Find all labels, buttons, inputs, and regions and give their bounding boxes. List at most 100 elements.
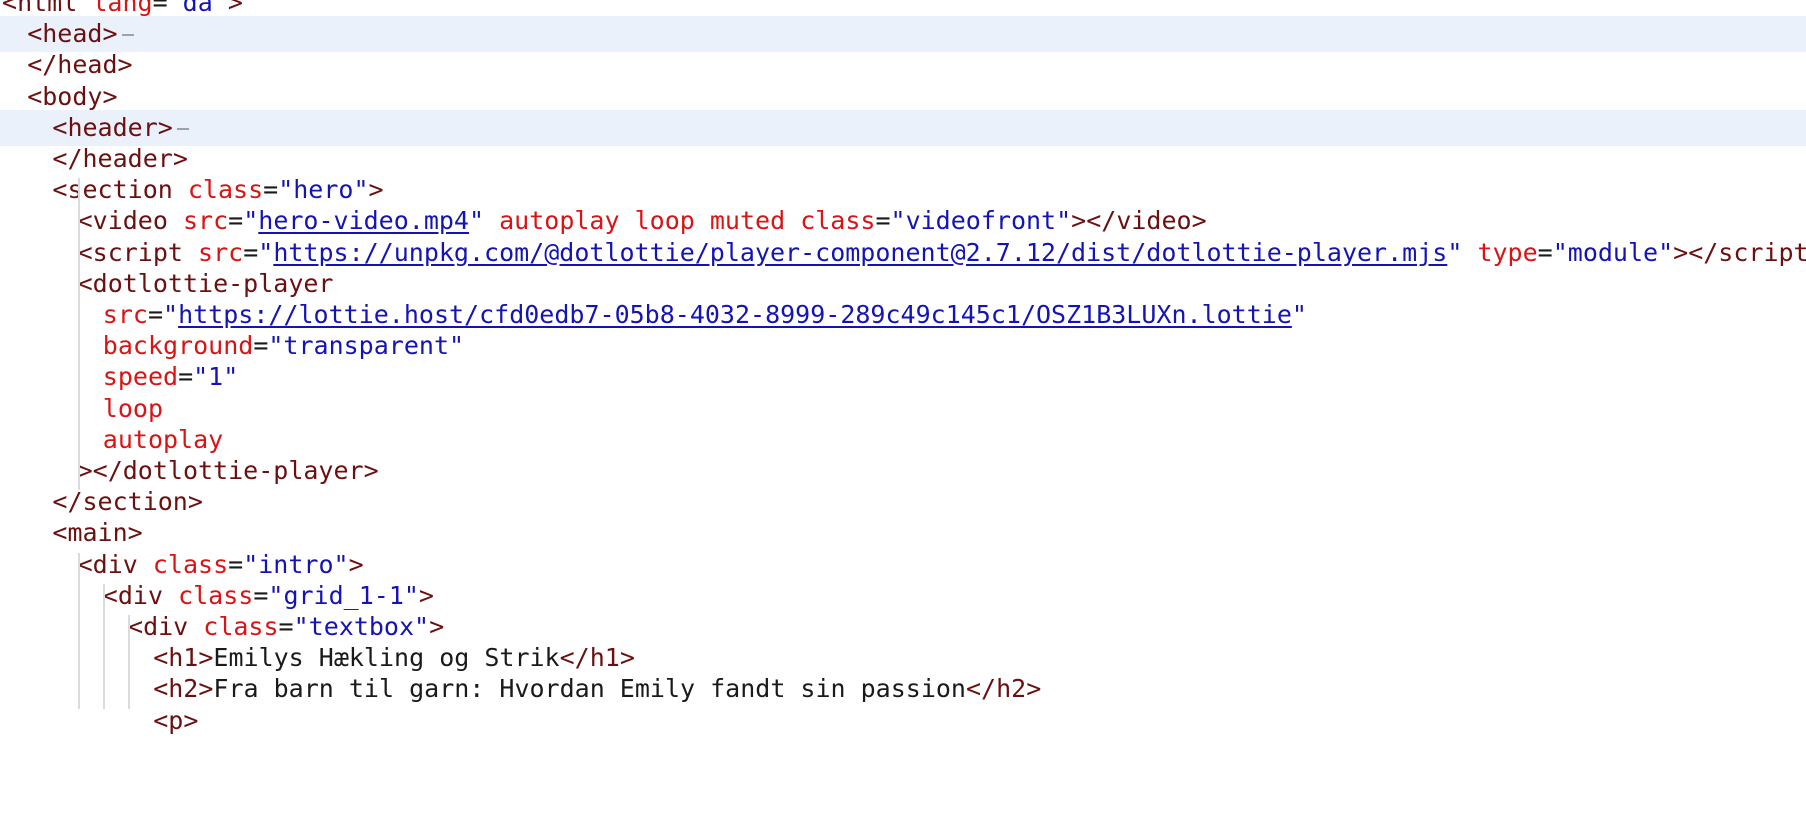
code-token: > (1026, 674, 1042, 704)
code-token: muted (709, 206, 786, 236)
code-token: > (172, 144, 188, 173)
code-token: < (27, 81, 43, 111)
code-token: = (875, 206, 891, 236)
code-token: < (153, 705, 169, 735)
code-token: html (17, 0, 78, 17)
code-token: < (52, 518, 68, 548)
indent-guide (128, 615, 130, 709)
code-token: script (92, 237, 183, 267)
code-token: </ (52, 487, 83, 517)
code-token: = (253, 331, 269, 361)
code-token: class (203, 612, 279, 641)
code-token: > (429, 612, 445, 641)
code-token: "intro" (243, 549, 349, 579)
code-token: src (182, 206, 229, 236)
code-token: dotlottie-player (92, 268, 334, 298)
code-token: "videofront" (890, 206, 1072, 236)
code-token: > (102, 81, 118, 111)
code-token: = (178, 362, 194, 392)
code-token: loop (102, 393, 164, 423)
code-token: = (263, 175, 279, 205)
code-token: div (143, 612, 189, 641)
code-token: < (153, 643, 169, 673)
code-token: section (82, 487, 188, 517)
code-token: div (92, 549, 138, 579)
code-token: speed (102, 362, 179, 392)
code-token: head (42, 19, 103, 49)
code-token: lang (92, 0, 153, 17)
fold-collapsed-icon[interactable] (176, 127, 189, 130)
code-token: "grid_1-1" (268, 580, 419, 610)
code-token: h2 (168, 674, 199, 704)
code-token: "1" (193, 362, 239, 392)
code-line-content: <p> (153, 703, 198, 739)
code-token: ></ (77, 456, 123, 485)
code-token: = (228, 206, 244, 236)
code-token: = (228, 549, 244, 579)
code-token: = (152, 0, 168, 17)
code-token: > (348, 549, 364, 579)
code-token: type (1477, 237, 1538, 267)
code-token: dotlottie-player (122, 456, 364, 485)
code-token: class (178, 580, 254, 610)
code-token: "transparent" (268, 331, 465, 361)
code-token: < (128, 612, 144, 641)
code-token: div (117, 580, 164, 610)
code-token: "module" (1552, 237, 1674, 267)
code-token: = (1537, 237, 1553, 267)
code-token: </ (559, 643, 590, 673)
code-token: loop (634, 206, 695, 236)
code-line[interactable]: <p> (0, 703, 1806, 739)
code-token: src (102, 300, 148, 329)
code-editor[interactable]: <html lang="da"> <head> </head> <body> <head… (0, 0, 1806, 828)
code-token: </ (52, 144, 83, 173)
code-token: head (57, 50, 118, 80)
code-token: " (1447, 237, 1463, 267)
code-token: > (198, 674, 214, 704)
code-token: Fra barn til garn: Hvordan Emily fandt s… (213, 674, 966, 704)
code-token: video (92, 206, 168, 236)
code-link[interactable]: https://lottie.host/cfd0edb7-05b8-4032-8… (178, 300, 1292, 329)
code-token: > (102, 19, 118, 49)
code-token: autoplay (102, 424, 224, 454)
code-token: " (468, 206, 485, 236)
code-token: "textbox" (293, 612, 430, 641)
code-token: background (102, 331, 254, 361)
code-token: > (418, 580, 434, 610)
code-token: main (67, 518, 128, 548)
code-token: h1 (589, 643, 620, 673)
code-link[interactable]: hero-video.mp4 (258, 206, 469, 235)
code-token: < (153, 674, 169, 704)
indent-guide (78, 178, 80, 491)
code-token: video (1116, 206, 1192, 236)
code-token: > (157, 112, 173, 142)
code-link[interactable]: https://unpkg.com/@dotlottie/player-comp… (273, 238, 1447, 267)
code-token: src (198, 237, 244, 267)
code-token: h1 (168, 643, 199, 673)
code-token: script (1718, 237, 1806, 267)
code-token: > (227, 0, 243, 17)
code-token: </ (966, 674, 997, 704)
code-token: " (258, 237, 274, 267)
code-token: > (117, 50, 133, 80)
code-token: < (2, 0, 18, 17)
fold-collapsed-icon[interactable] (121, 34, 134, 37)
code-token: < (52, 175, 68, 205)
code-token: = (243, 237, 259, 267)
code-token: < (102, 580, 118, 610)
code-token: " (163, 300, 179, 329)
code-token: > (619, 643, 635, 673)
code-token: header (67, 112, 158, 142)
code-token: = (253, 580, 269, 610)
code-token: ></ (1673, 237, 1719, 267)
